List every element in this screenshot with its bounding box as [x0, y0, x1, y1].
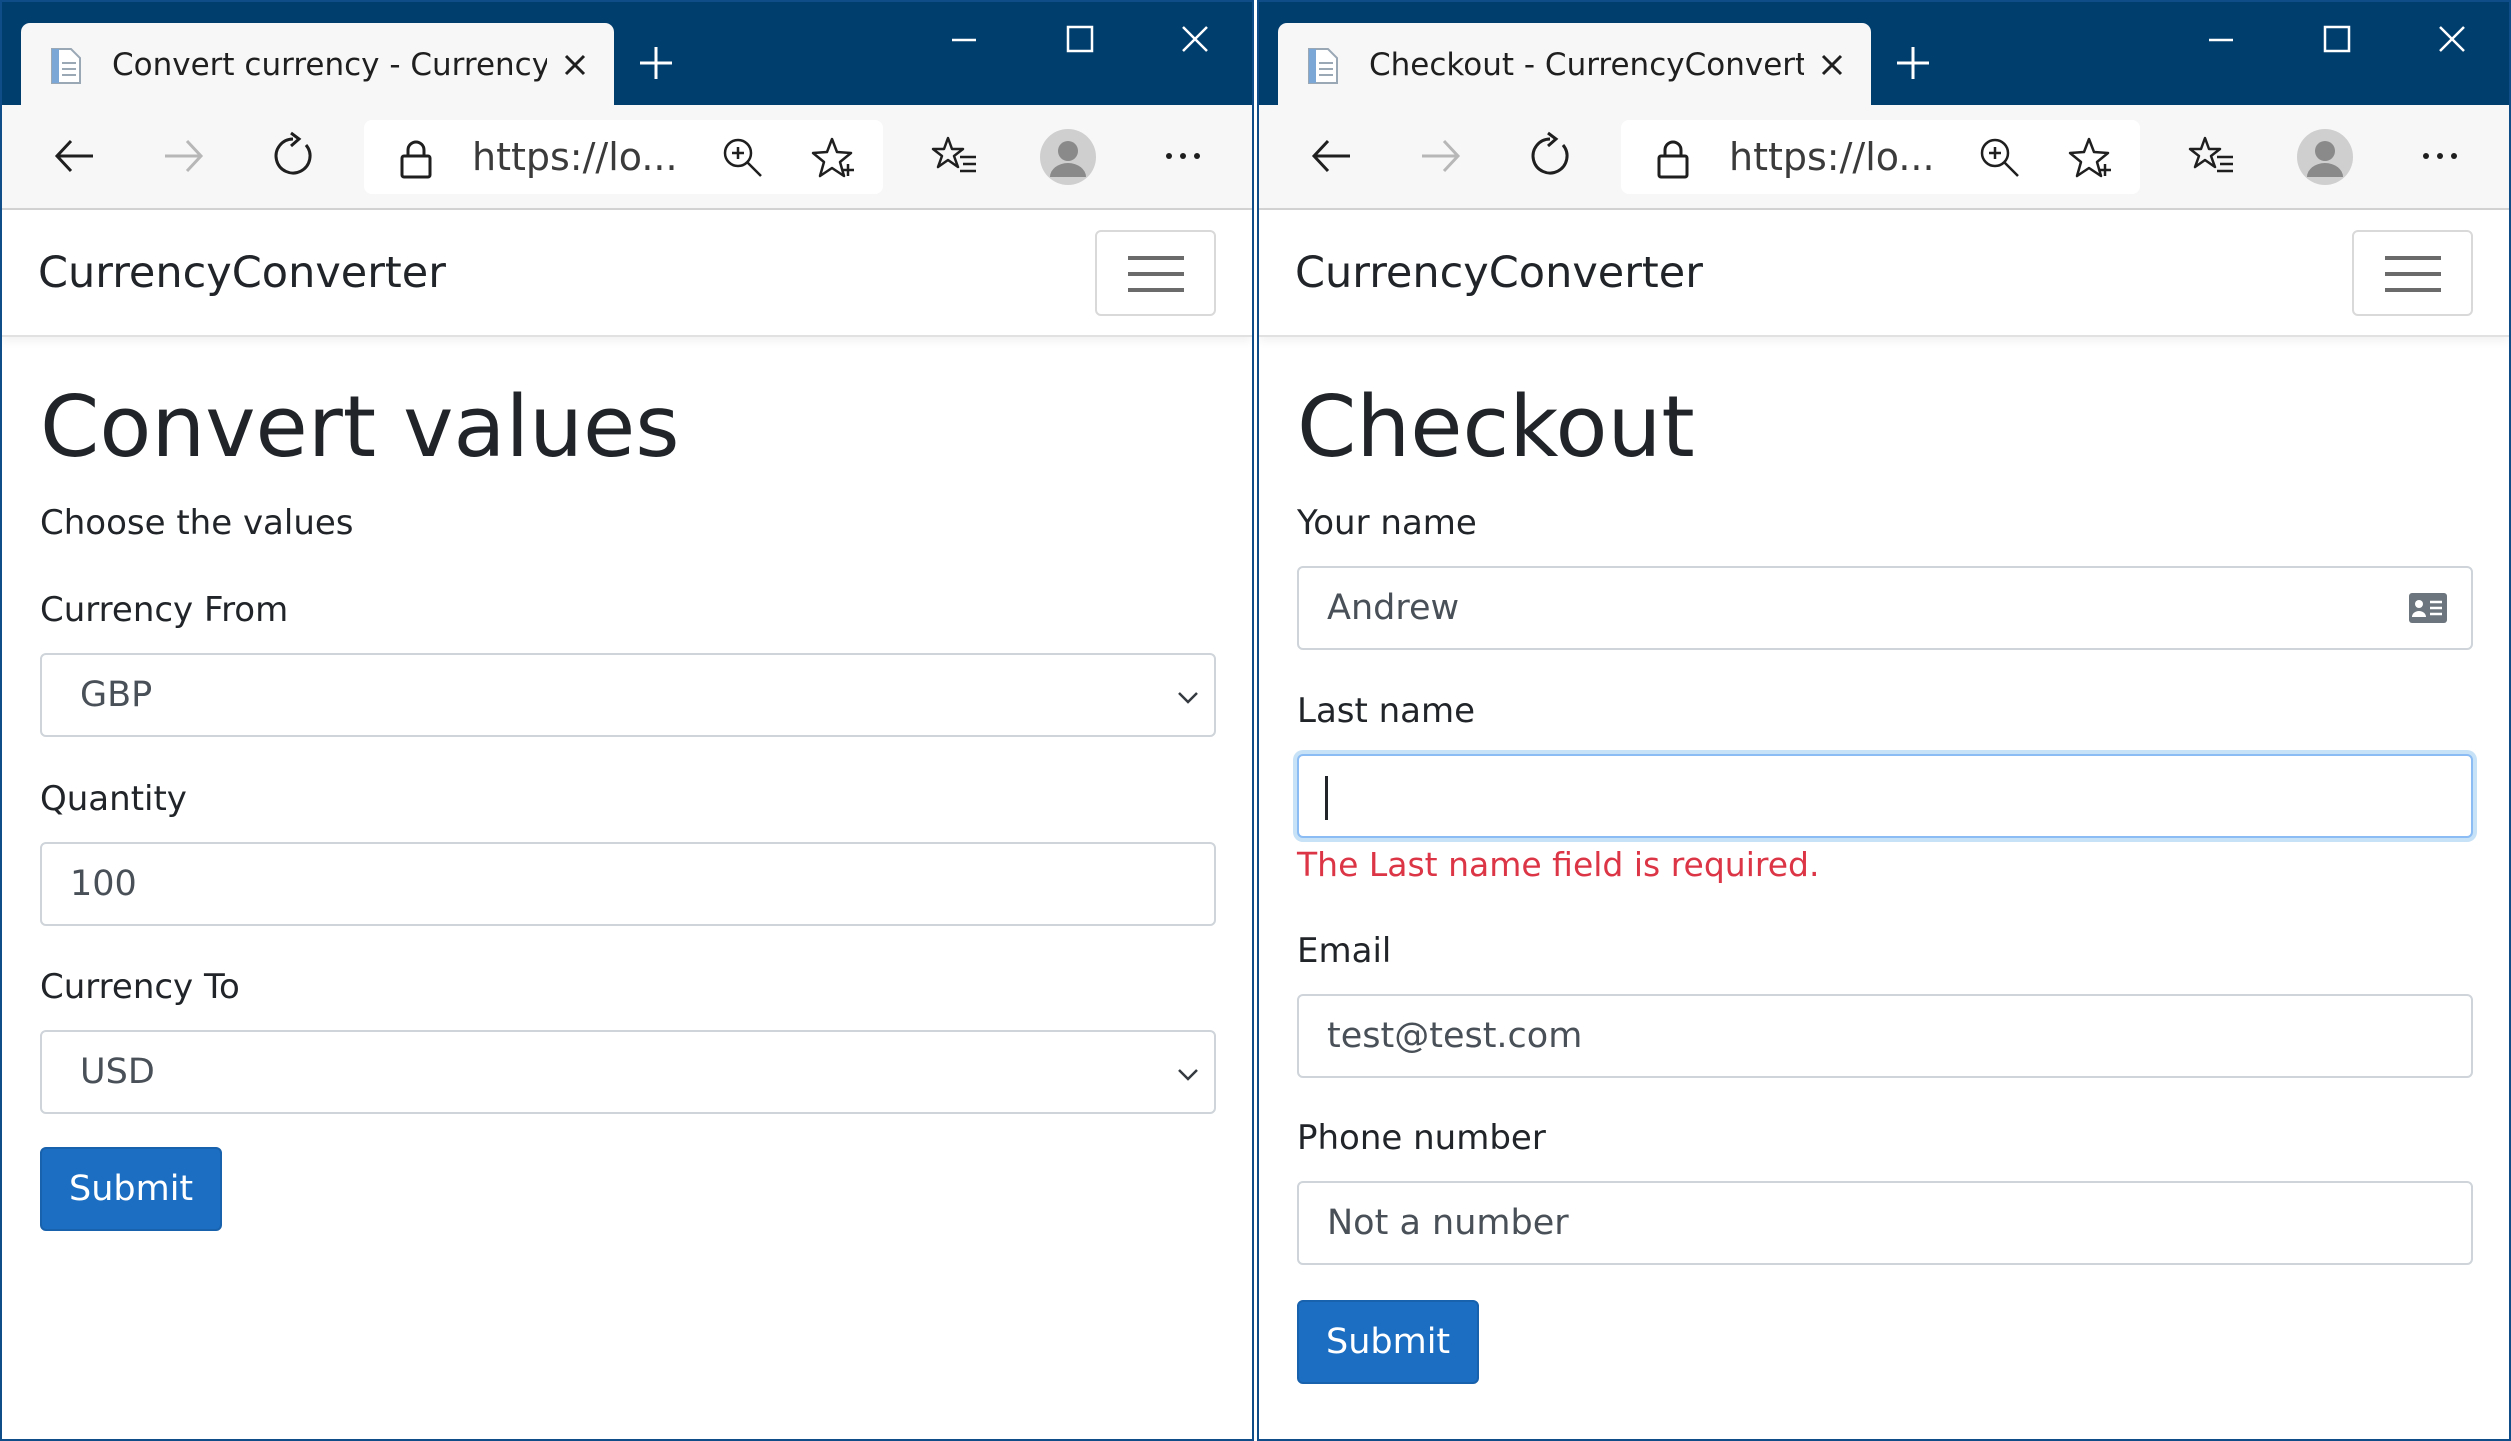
- chevron-down-icon: [1178, 1069, 1198, 1081]
- currency-from-select[interactable]: GBP: [40, 653, 1216, 737]
- avatar-icon[interactable]: [1040, 129, 1096, 185]
- back-arrow-icon[interactable]: [1306, 131, 1356, 181]
- last-name-input[interactable]: [1297, 754, 2473, 838]
- favorites-list-icon[interactable]: [2187, 131, 2237, 181]
- more-icon[interactable]: [1158, 131, 1208, 181]
- phone-label: Phone number: [1297, 1118, 1546, 1158]
- refresh-icon[interactable]: [1525, 131, 1575, 181]
- title-bar: Convert currency - CurrencyConverter: [2, 2, 1252, 105]
- browser-window-left: Convert currency - CurrencyConverter: [0, 0, 1254, 1441]
- title-bar: Checkout - CurrencyConverter: [1259, 2, 2509, 105]
- tab-convert-currency[interactable]: Convert currency - CurrencyConverter: [21, 23, 614, 105]
- email-value: test@test.com: [1327, 1016, 1583, 1056]
- browser-window-right: Checkout - CurrencyConverter https://lo.…: [1257, 0, 2511, 1441]
- hamburger-icon: [2385, 256, 2441, 292]
- your-name-input[interactable]: Andrew: [1297, 566, 2473, 650]
- star-icon[interactable]: [808, 134, 856, 182]
- email-label: Email: [1297, 931, 1392, 971]
- tab-title: Checkout - CurrencyConverter: [1369, 47, 1804, 83]
- last-name-label: Last name: [1297, 691, 1476, 731]
- window-close-icon[interactable]: [2430, 22, 2474, 58]
- email-input[interactable]: test@test.com: [1297, 994, 2473, 1078]
- more-icon[interactable]: [2415, 131, 2465, 181]
- maximize-icon[interactable]: [1058, 22, 1102, 58]
- your-name-value: Andrew: [1327, 588, 1460, 628]
- quantity-value: 100: [70, 864, 137, 904]
- forward-arrow-icon[interactable]: [159, 131, 209, 181]
- browser-toolbar: https://lo...: [1259, 105, 2509, 210]
- contact-card-icon[interactable]: [2407, 590, 2449, 626]
- navbar-toggle-button[interactable]: [1095, 230, 1216, 316]
- submit-button[interactable]: Submit: [1297, 1300, 1480, 1384]
- subtitle: Choose the values: [40, 503, 354, 543]
- favorites-list-icon[interactable]: [930, 131, 980, 181]
- star-icon[interactable]: [2065, 134, 2113, 182]
- your-name-label: Your name: [1297, 503, 1477, 543]
- close-icon[interactable]: [1816, 49, 1848, 81]
- quantity-label: Quantity: [40, 779, 187, 819]
- plus-icon[interactable]: [637, 44, 675, 82]
- page-content: Convert values Choose the values Currenc…: [2, 337, 1252, 1439]
- page-icon: [51, 48, 81, 84]
- tab-title: Convert currency - CurrencyConverter: [112, 47, 547, 83]
- address-text[interactable]: https://lo...: [1729, 134, 1937, 180]
- currency-to-label: Currency To: [40, 967, 240, 1007]
- brand-link[interactable]: CurrencyConverter: [38, 246, 446, 300]
- app-navbar: CurrencyConverter: [2, 210, 1252, 337]
- page-title: Checkout: [1297, 378, 1695, 477]
- text-cursor: [1325, 776, 1328, 820]
- address-bar[interactable]: https://lo...: [364, 120, 883, 194]
- page-title: Convert values: [40, 378, 680, 477]
- phone-value: Not a number: [1327, 1203, 1569, 1243]
- page-icon: [1308, 48, 1338, 84]
- lock-icon: [400, 140, 432, 179]
- currency-from-label: Currency From: [40, 590, 289, 630]
- phone-input[interactable]: Not a number: [1297, 1181, 2473, 1265]
- quantity-input[interactable]: 100: [40, 842, 1216, 926]
- browser-toolbar: https://lo...: [2, 105, 1252, 210]
- forward-arrow-icon[interactable]: [1416, 131, 1466, 181]
- maximize-icon[interactable]: [2315, 22, 2359, 58]
- refresh-icon[interactable]: [268, 131, 318, 181]
- submit-button[interactable]: Submit: [40, 1147, 223, 1231]
- tab-checkout[interactable]: Checkout - CurrencyConverter: [1278, 23, 1871, 105]
- chevron-down-icon: [1178, 692, 1198, 704]
- zoom-in-icon[interactable]: [1976, 134, 2024, 182]
- minimize-icon[interactable]: [2199, 22, 2243, 58]
- hamburger-icon: [1128, 256, 1184, 292]
- app-navbar: CurrencyConverter: [1259, 210, 2509, 337]
- minimize-icon[interactable]: [942, 22, 986, 58]
- address-text[interactable]: https://lo...: [472, 134, 680, 180]
- close-icon[interactable]: [559, 49, 591, 81]
- currency-from-value: GBP: [80, 675, 153, 715]
- page-content: Checkout Your name Andrew Last name The …: [1259, 337, 2509, 1439]
- window-close-icon[interactable]: [1173, 22, 1217, 58]
- zoom-in-icon[interactable]: [719, 134, 767, 182]
- brand-link[interactable]: CurrencyConverter: [1295, 246, 1703, 300]
- back-arrow-icon[interactable]: [49, 131, 99, 181]
- plus-icon[interactable]: [1894, 44, 1932, 82]
- currency-to-select[interactable]: USD: [40, 1030, 1216, 1114]
- navbar-toggle-button[interactable]: [2352, 230, 2473, 316]
- lock-icon: [1657, 140, 1689, 179]
- currency-to-value: USD: [80, 1052, 155, 1092]
- last-name-error: The Last name field is required.: [1297, 845, 1820, 884]
- avatar-icon[interactable]: [2297, 129, 2353, 185]
- address-bar[interactable]: https://lo...: [1621, 120, 2140, 194]
